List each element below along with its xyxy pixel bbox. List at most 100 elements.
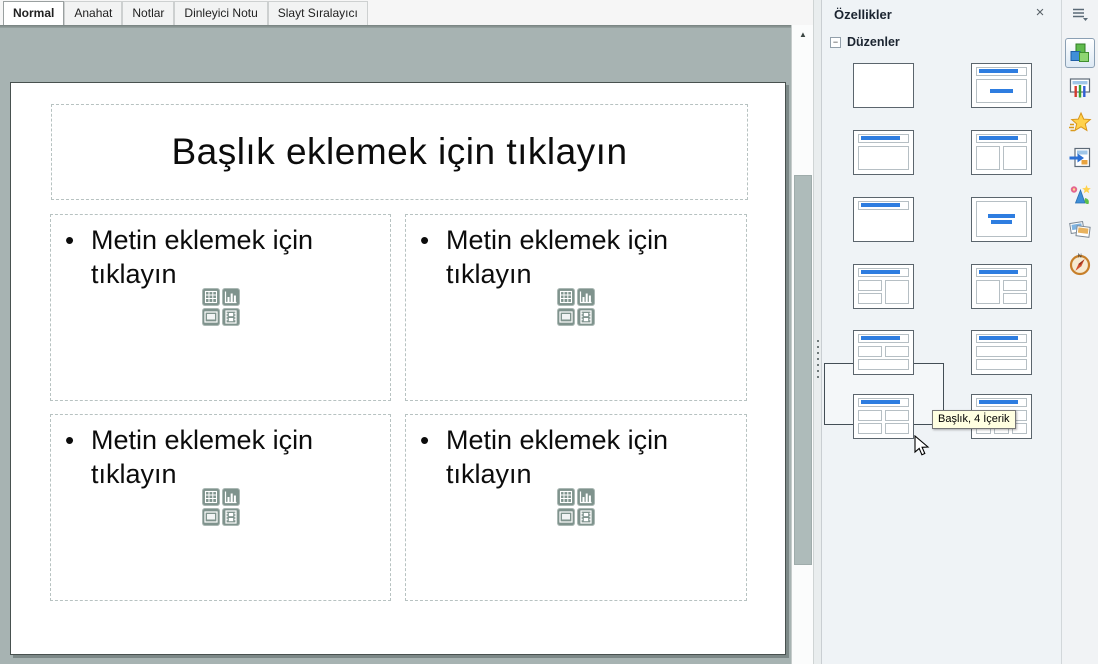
layout-tooltip: Başlık, 4 İçerik <box>932 410 1016 429</box>
preview-box <box>1003 293 1027 304</box>
content-placeholder-text: Metin eklemek için tıklayın <box>446 423 696 491</box>
preview-text-bar <box>861 270 900 275</box>
layout-title-2content-over-content[interactable] <box>853 330 914 375</box>
editor-vertical-scrollbar[interactable]: ▲ <box>791 25 813 664</box>
view-tab-normal[interactable]: Normal <box>3 1 64 25</box>
sidebar-menu-icon[interactable] <box>1071 7 1089 21</box>
preview-text-bar <box>990 89 1014 93</box>
preview-box <box>858 423 882 434</box>
content-placeholder-3[interactable]: •Metin eklemek için tıklayın <box>50 414 391 601</box>
animation-deck-icon[interactable] <box>1065 108 1095 138</box>
insert-chart-icon[interactable] <box>222 488 240 506</box>
layout-blank[interactable] <box>853 63 914 108</box>
layout-title-content[interactable] <box>853 130 914 175</box>
layout-title-2content[interactable] <box>971 130 1032 175</box>
preview-box <box>976 280 1000 304</box>
layout-title-slide[interactable] <box>971 63 1032 108</box>
insert-image-icon[interactable] <box>557 508 575 526</box>
preview-box <box>858 293 882 304</box>
insert-table-icon[interactable] <box>557 288 575 306</box>
content-placeholder-1[interactable]: •Metin eklemek için tıklayın <box>50 214 391 401</box>
gallery-deck-icon[interactable] <box>1065 214 1095 244</box>
bullet: • <box>65 423 91 491</box>
insert-movie-icon[interactable] <box>577 508 595 526</box>
shapes-deck-icon[interactable] <box>1065 179 1095 209</box>
insert-movie-icon[interactable] <box>577 308 595 326</box>
layout-centered-text[interactable] <box>971 197 1032 242</box>
slide-editor-workspace[interactable]: Başlık eklemek için tıklayın •Metin ekle… <box>0 25 791 664</box>
view-tab-slayt-s-ralay-c-[interactable]: Slayt Sıralayıcı <box>268 1 368 25</box>
preview-box <box>858 410 882 421</box>
layout-title-content-2content[interactable] <box>971 264 1032 309</box>
bullet: • <box>420 423 446 491</box>
content-placeholder-4[interactable]: •Metin eklemek için tıklayın <box>405 414 747 601</box>
scrollbar-thumb[interactable] <box>794 175 812 565</box>
insert-chart-icon[interactable] <box>577 288 595 306</box>
slide-transition-deck-icon[interactable] <box>1065 143 1095 173</box>
preview-box <box>976 346 1027 357</box>
layout-title-content-over-content[interactable] <box>971 330 1032 375</box>
sidebar-splitter[interactable] <box>813 0 821 664</box>
insert-chart-icon[interactable] <box>222 288 240 306</box>
bullet: • <box>420 223 446 291</box>
preview-box <box>976 201 1027 237</box>
master-slides-deck-icon[interactable] <box>1065 73 1095 103</box>
preview-box <box>1003 146 1027 170</box>
bullet: • <box>65 223 91 291</box>
preview-box <box>885 410 909 421</box>
content-placeholder-2[interactable]: •Metin eklemek için tıklayın <box>405 214 747 401</box>
properties-panel: Özellikler × − Düzenler <box>821 0 1061 664</box>
preview-box <box>858 346 882 356</box>
slide-canvas[interactable]: Başlık eklemek için tıklayın •Metin ekle… <box>10 82 786 655</box>
insert-image-icon[interactable] <box>202 308 220 326</box>
insert-table-icon[interactable] <box>202 288 220 306</box>
panel-header: Özellikler × <box>822 0 1061 28</box>
layout-title-2content-content[interactable] <box>853 264 914 309</box>
preview-text-bar <box>861 336 900 341</box>
close-icon[interactable]: × <box>1031 4 1049 22</box>
view-tab-anahat[interactable]: Anahat <box>64 1 122 25</box>
preview-text-bar <box>988 214 1015 218</box>
view-tab-dinleyici-notu[interactable]: Dinleyici Notu <box>174 1 267 25</box>
preview-text-bar <box>979 136 1018 141</box>
preview-text-bar <box>979 336 1018 341</box>
view-tab-notlar[interactable]: Notlar <box>122 1 174 25</box>
preview-text-bar <box>861 136 900 141</box>
preview-box <box>885 423 909 434</box>
insert-chart-icon[interactable] <box>577 488 595 506</box>
preview-box <box>976 146 1000 170</box>
layouts-section-label: Düzenler <box>847 35 900 49</box>
preview-box <box>858 280 882 291</box>
insert-image-icon[interactable] <box>557 308 575 326</box>
layout-title-4content[interactable] <box>853 394 914 439</box>
insert-image-icon[interactable] <box>202 508 220 526</box>
panel-title: Özellikler <box>834 7 892 22</box>
layout-title-only[interactable] <box>853 197 914 242</box>
scroll-up-button[interactable]: ▲ <box>794 27 812 42</box>
insert-movie-icon[interactable] <box>222 508 240 526</box>
properties-deck-icon[interactable] <box>1065 38 1095 68</box>
preview-text-bar <box>861 400 900 405</box>
preview-text-bar <box>991 220 1011 224</box>
impress-window: NormalAnahatNotlarDinleyici NotuSlayt Sı… <box>0 0 1098 664</box>
preview-box <box>1003 280 1027 291</box>
insert-table-icon[interactable] <box>557 488 575 506</box>
mouse-cursor <box>913 435 932 457</box>
preview-text-bar <box>979 270 1018 275</box>
insert-movie-icon[interactable] <box>222 308 240 326</box>
preview-box <box>885 346 909 356</box>
collapse-icon[interactable]: − <box>830 37 841 48</box>
preview-text-bar <box>861 203 900 208</box>
preview-box <box>885 280 909 304</box>
insert-table-icon[interactable] <box>202 488 220 506</box>
preview-box <box>858 359 909 370</box>
insert-content-icon-group <box>557 288 595 326</box>
insert-content-icon-group <box>557 488 595 526</box>
view-tab-bar: NormalAnahatNotlarDinleyici NotuSlayt Sı… <box>0 0 814 25</box>
preview-box <box>858 146 909 170</box>
navigator-deck-icon[interactable]: N <box>1065 249 1095 279</box>
title-placeholder[interactable]: Başlık eklemek için tıklayın <box>51 104 748 200</box>
title-placeholder-text: Başlık eklemek için tıklayın <box>171 131 627 173</box>
insert-content-icon-group <box>202 288 240 326</box>
content-placeholder-text: Metin eklemek için tıklayın <box>91 423 341 491</box>
